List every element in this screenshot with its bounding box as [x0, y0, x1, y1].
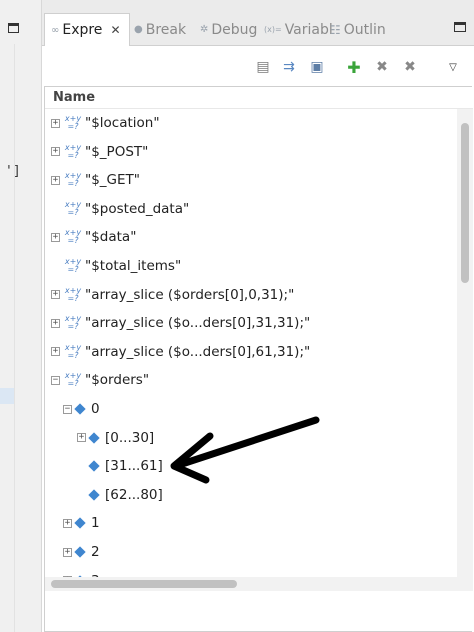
expand-icon[interactable]: +: [51, 232, 60, 242]
annotation-arrow: [170, 416, 320, 484]
tree-row-label: "$posted_data": [85, 200, 190, 217]
tree-child-row[interactable]: +2: [45, 538, 457, 566]
tree-row[interactable]: + x+y =? "$_POST": [45, 138, 457, 166]
expand-icon[interactable]: +: [51, 318, 60, 328]
tree-row-label: "$_POST": [85, 143, 149, 160]
collapse-icon[interactable]: −: [63, 404, 72, 414]
expand-icon[interactable]: +: [51, 347, 60, 357]
tab-label: Expre: [62, 22, 103, 38]
watch-expression-icon: x+y =?: [64, 257, 82, 274]
tab-label: Break: [145, 21, 187, 38]
tab-expressions[interactable]: ∞ Expre ✕: [44, 13, 130, 46]
tree-row[interactable]: + x+y =? "array_slice ($o...ders[0],31,31);…: [45, 309, 457, 337]
expand-icon[interactable]: +: [51, 118, 60, 128]
expand-icon[interactable]: +: [63, 547, 72, 557]
watch-expression-icon: x+y =?: [64, 371, 82, 389]
vertical-scroll-thumb[interactable]: [461, 123, 469, 283]
minimize-icon[interactable]: [454, 22, 466, 32]
tab-variables[interactable]: (x)= Variabl: [264, 13, 333, 46]
expand-icon[interactable]: +: [77, 433, 86, 443]
tab-outline[interactable]: ☷ Outlin: [330, 13, 386, 46]
show-type-names-icon[interactable]: ▤: [254, 58, 272, 76]
tree-row-label: "$orders": [85, 372, 150, 389]
expressions-tree: Name + x+y =? "$location" + x+y =? "$_POST" + x+y…: [44, 86, 473, 632]
watch-expression-icon: x+y =?: [64, 199, 82, 217]
watch-expression-icon: x+y =?: [64, 314, 82, 332]
tree-row[interactable]: x+y =? "$total_items": [45, 252, 457, 280]
tree-row-label: [62...80]: [105, 486, 163, 503]
tab-label: Outlin: [343, 21, 386, 38]
breakpoints-icon: ●: [134, 24, 143, 35]
watch-expression-icon: x+y =?: [64, 285, 82, 303]
tree-row-label: 0: [91, 401, 100, 417]
debug-icon: ✲: [200, 24, 209, 35]
expressions-icon: ∞: [51, 24, 60, 36]
watch-expression-icon: x+y =?: [64, 342, 82, 360]
watch-expression-icon: x+y =?: [64, 228, 82, 246]
expand-icon[interactable]: +: [51, 290, 60, 300]
tree-row[interactable]: + x+y =? "$location": [45, 109, 457, 137]
horizontal-scroll-thumb[interactable]: [51, 580, 237, 588]
tree-row-label: "$_GET": [85, 172, 140, 189]
expressions-toolbar: ▤ ⇉ ▣ ✚ ✖ ✖ ▽: [42, 46, 474, 86]
tree-row[interactable]: + x+y =? "$data": [45, 223, 457, 251]
tree-row-label: [31...61]: [105, 458, 163, 475]
close-icon[interactable]: ✕: [110, 23, 120, 37]
tree-row-label: "$data": [85, 229, 137, 246]
array-item-icon: [88, 460, 100, 472]
column-header-name: Name: [53, 90, 96, 105]
tree-row-label: "array_slice ($orders[0],0,31);": [85, 286, 295, 303]
column-header: Name: [45, 87, 473, 109]
array-item-icon: [88, 431, 100, 444]
tab-label: Variabl: [284, 21, 333, 38]
tree-row-label: "array_slice ($o...ders[0],31,31);": [85, 315, 311, 332]
expand-icon[interactable]: +: [51, 147, 60, 157]
editor-selection-highlight: [0, 388, 14, 404]
array-item-icon: [74, 403, 86, 415]
tree-row-label: "array_slice ($o...ders[0],61,31);": [85, 343, 311, 360]
watch-expression-icon: x+y =?: [64, 171, 82, 189]
watch-expression-icon: x+y =?: [64, 142, 82, 160]
tree-row[interactable]: + x+y =? "array_slice ($o...ders[0],61,31);…: [45, 338, 457, 366]
tree-row-label: 2: [91, 544, 100, 560]
maximize-icon[interactable]: [8, 23, 19, 33]
tree-child-row[interactable]: +3: [45, 567, 457, 577]
expand-icon[interactable]: +: [63, 518, 72, 528]
tree-row-label: 1: [91, 515, 100, 532]
outline-icon: ☷: [330, 22, 341, 37]
view-tab-bar: ∞ Expre ✕ ● Break ✲ Debug (x)= Variabl ☷…: [42, 0, 474, 46]
tree-row[interactable]: + x+y =? "array_slice ($orders[0],0,31);": [45, 281, 457, 309]
collapse-icon[interactable]: −: [51, 375, 60, 385]
remove-all-expressions-icon[interactable]: ✖: [401, 58, 419, 76]
tree-row[interactable]: − x+y =? "$orders": [45, 366, 457, 394]
tree-row-label: [0...30]: [105, 429, 155, 446]
watch-expression-icon: x+y =?: [64, 114, 82, 131]
expand-icon[interactable]: +: [51, 175, 60, 185]
array-item-icon: [88, 489, 100, 501]
tree-child-row[interactable]: +1: [45, 509, 457, 537]
tree-rows: + x+y =? "$location" + x+y =? "$_POST" + x+y =? "$_…: [45, 109, 457, 577]
tree-row[interactable]: + x+y =? "$_GET": [45, 166, 457, 194]
view-menu-icon[interactable]: ▽: [444, 58, 462, 76]
tree-row-label: "$total_items": [85, 258, 182, 274]
vertical-scrollbar[interactable]: [457, 109, 473, 577]
tab-label: Debug: [211, 21, 258, 38]
scrollbar-corner: [457, 577, 473, 591]
array-item-icon: [74, 546, 86, 558]
add-expression-icon[interactable]: ✚: [345, 58, 363, 77]
tab-breakpoints[interactable]: ● Break: [134, 13, 186, 46]
collapse-all-icon[interactable]: ⇉: [280, 58, 298, 76]
tree-row[interactable]: x+y =? "$posted_data": [45, 195, 457, 223]
tree-row-label: "$location": [85, 115, 160, 131]
variables-icon: (x)=: [264, 25, 282, 34]
editor-code-fragment: ']: [5, 164, 21, 179]
link-icon[interactable]: ▣: [308, 58, 326, 76]
remove-expression-icon[interactable]: ✖: [373, 58, 391, 76]
editor-ruler: [14, 44, 15, 632]
horizontal-scrollbar[interactable]: [45, 577, 457, 591]
tab-debug[interactable]: ✲ Debug: [200, 13, 257, 46]
left-editor-strip: ']: [0, 0, 42, 632]
array-item-icon: [74, 517, 86, 530]
